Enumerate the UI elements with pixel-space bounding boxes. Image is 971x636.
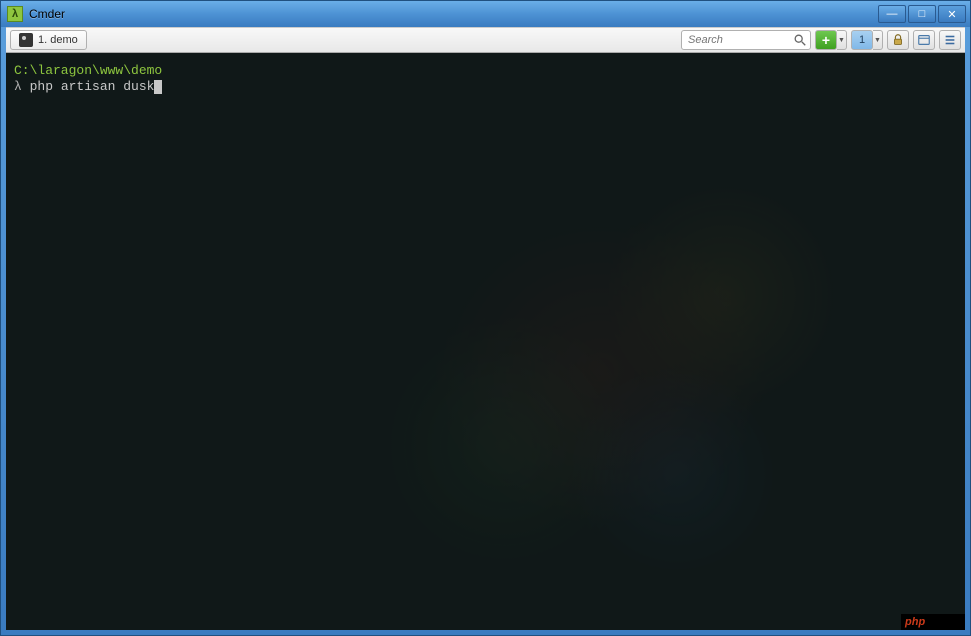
window-icon: [917, 33, 931, 47]
watermark-badge: php: [901, 614, 965, 630]
cursor: [154, 80, 162, 94]
prompt-symbol: λ: [14, 79, 22, 94]
lock-icon: [891, 33, 905, 47]
app-icon: λ: [7, 6, 23, 22]
window-title: Cmder: [29, 7, 65, 21]
close-button[interactable]: ✕: [938, 5, 966, 23]
terminal-prompt-line: λ php artisan dusk: [14, 79, 957, 95]
search-wrap: [681, 30, 811, 50]
hamburger-icon: [943, 33, 957, 47]
current-path: C:\laragon\www\demo: [14, 63, 162, 78]
watermark-text: php: [905, 616, 925, 628]
terminal-background: [6, 53, 965, 630]
minimize-button[interactable]: —: [878, 5, 906, 23]
new-tab-button[interactable]: +: [815, 30, 837, 50]
show-console-button[interactable]: [913, 30, 935, 50]
new-tab-dropdown[interactable]: ▼: [837, 30, 847, 50]
titlebar[interactable]: λ Cmder — □ ✕: [1, 1, 970, 27]
app-window: λ Cmder — □ ✕ 1. demo + ▼ 1 ▼: [0, 0, 971, 636]
command-text: php artisan dusk: [30, 79, 155, 94]
search-icon[interactable]: [793, 33, 807, 47]
menu-button[interactable]: [939, 30, 961, 50]
console-tab[interactable]: 1. demo: [10, 30, 87, 50]
console-tab-icon: [19, 33, 33, 47]
search-input[interactable]: [681, 30, 811, 50]
console-count-button[interactable]: 1: [851, 30, 873, 50]
terminal-path-line: C:\laragon\www\demo: [14, 63, 957, 79]
console-tab-label: 1. demo: [38, 34, 78, 46]
toolbar: 1. demo + ▼ 1 ▼: [6, 27, 965, 53]
window-controls: — □ ✕: [876, 5, 966, 23]
console-count-dropdown[interactable]: ▼: [873, 30, 883, 50]
toolbar-right: + ▼ 1 ▼: [681, 30, 961, 50]
terminal-area[interactable]: C:\laragon\www\demo λ php artisan dusk: [6, 53, 965, 630]
lock-button[interactable]: [887, 30, 909, 50]
maximize-button[interactable]: □: [908, 5, 936, 23]
